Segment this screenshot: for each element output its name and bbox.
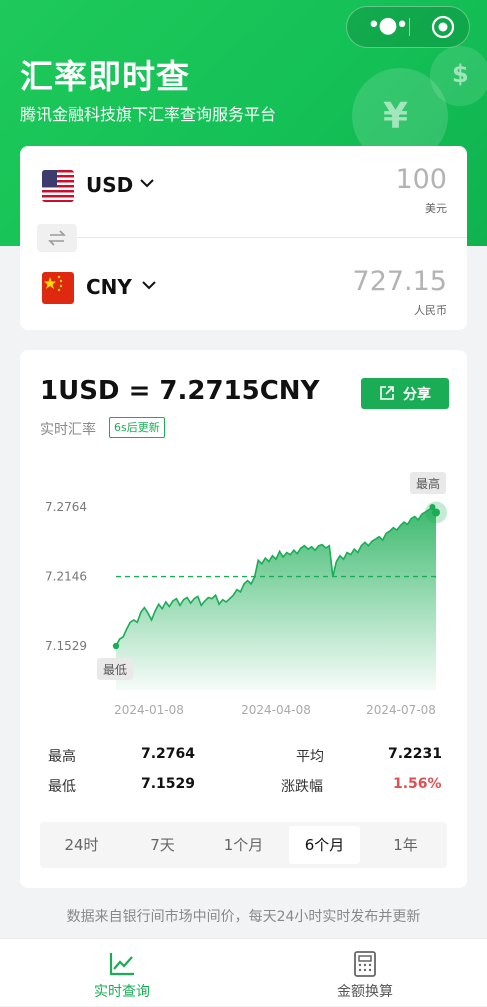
high-badge-label: 最高 (416, 476, 440, 491)
low-value: 7.1529 (141, 776, 196, 792)
bottom-tabbar: 实时查询 金额换算 (0, 938, 487, 1006)
swap-button[interactable] (37, 224, 77, 252)
y-tick-label: 7.2146 (45, 570, 87, 584)
tab-1y[interactable]: 1年 (370, 826, 441, 864)
target-close-icon[interactable] (431, 15, 455, 39)
yuan-sign-icon: ¥ (383, 96, 409, 137)
cn-flag-icon (42, 272, 74, 304)
app-subtitle: 腾讯金融科技旗下汇率查询服务平台 (20, 105, 277, 124)
nav-converter-label: 金额换算 (337, 984, 393, 1000)
chart-area (116, 507, 436, 690)
to-unit-label: 人民币 (414, 304, 447, 317)
tab-7d[interactable]: 7天 (127, 826, 198, 864)
tab-1m[interactable]: 1个月 (208, 826, 279, 864)
low-label: 最低 (48, 779, 76, 795)
app-title: 汇率即时查 (20, 57, 190, 96)
us-flag-icon (42, 170, 74, 202)
dollar-sign-icon: $ (452, 60, 469, 88)
converter-divider (72, 237, 467, 238)
converter-card: USD 100 美元 CNY 727.15 人民币 (20, 146, 467, 330)
from-unit-label: 美元 (425, 202, 447, 215)
change-value: 1.56% (393, 776, 442, 792)
calculator-icon (354, 951, 376, 977)
average-label: 平均 (296, 749, 324, 765)
current-point-marker (432, 508, 440, 517)
nav-converter[interactable]: 金额换算 (295, 939, 435, 1007)
to-currency-code[interactable]: CNY (86, 275, 132, 299)
exchange-rate-value: 1USD = 7.2715CNY (40, 376, 320, 406)
x-tick-label: 2024-07-08 (366, 703, 436, 717)
from-currency-code[interactable]: USD (86, 173, 133, 197)
data-source-note: 数据来自银行间市场中间价，每天24小时实时发布并更新 (66, 909, 421, 925)
tab-24h[interactable]: 24时 (46, 826, 117, 864)
tab-6m[interactable]: 6个月 (289, 826, 360, 864)
rate-chart[interactable]: 7.2764 7.2146 7.1529 2024-01-08 2024-04-08 20… (20, 460, 467, 720)
y-tick-label: 7.1529 (45, 639, 87, 653)
to-currency-row: CNY 727.15 人民币 (20, 258, 467, 336)
nav-realtime-label: 实时查询 (94, 984, 150, 1000)
chevron-down-icon[interactable] (138, 174, 156, 192)
realtime-rate-label: 实时汇率 (40, 422, 96, 438)
share-button[interactable]: 分享 (361, 378, 449, 409)
high-label: 最高 (48, 749, 76, 765)
capsule-divider (409, 18, 410, 36)
y-tick-label: 7.2764 (45, 500, 87, 514)
nav-realtime[interactable]: 实时查询 (52, 939, 192, 1007)
average-value: 7.2231 (388, 746, 443, 762)
swap-arrows-icon (48, 230, 66, 246)
x-tick-label: 2024-01-08 (114, 703, 184, 717)
change-label: 涨跌幅 (281, 779, 323, 795)
period-tabs: 24时 7天 1个月 6个月 1年 (40, 822, 447, 868)
low-badge-label: 最低 (103, 663, 127, 677)
rate-card: 1USD = 7.2715CNY 分享 实时汇率 6s后更新 7.2764 7.2… (20, 350, 467, 888)
from-currency-row: USD 100 美元 (20, 156, 467, 234)
high-value: 7.2764 (141, 746, 196, 762)
to-amount-value: 727.15 (352, 266, 447, 297)
low-point-marker (112, 642, 120, 650)
mini-program-capsule: •●• (346, 6, 470, 48)
from-amount-input[interactable]: 100 (395, 164, 447, 195)
share-label: 分享 (403, 387, 431, 403)
share-icon (380, 386, 394, 400)
more-dots-icon[interactable]: •●• (367, 13, 408, 41)
update-countdown-badge: 6s后更新 (109, 417, 165, 438)
chevron-down-icon[interactable] (140, 276, 158, 294)
x-tick-label: 2024-04-08 (241, 703, 311, 717)
trend-chart-icon (109, 953, 134, 976)
